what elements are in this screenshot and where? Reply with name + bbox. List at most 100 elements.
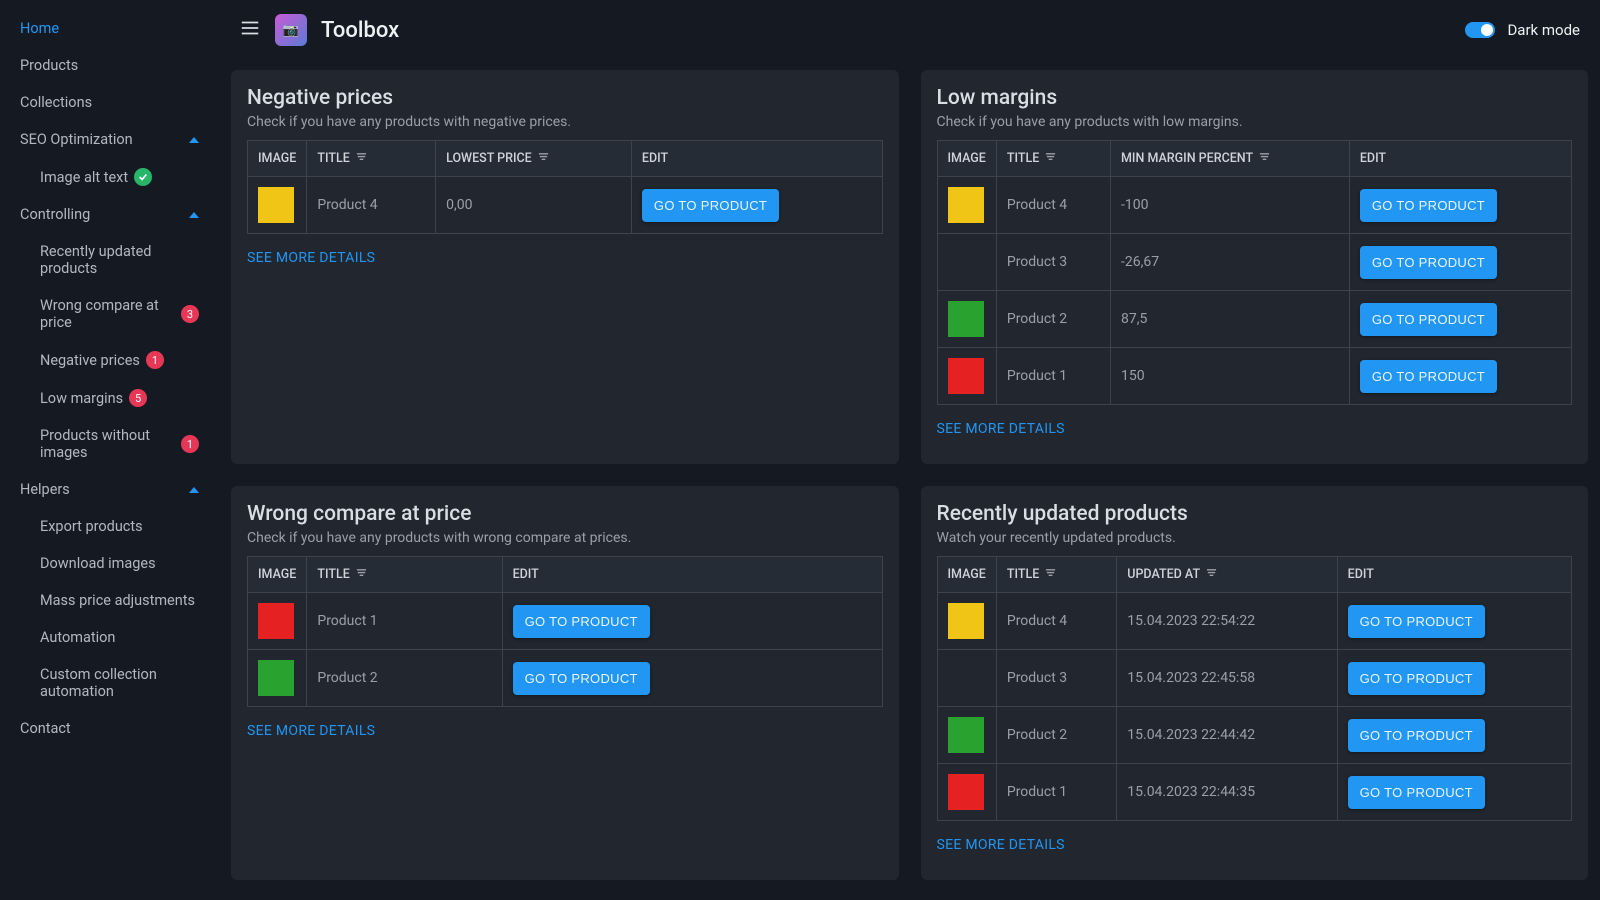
sidebar-item-automation[interactable]: Automation	[0, 619, 219, 656]
sidebar-item-contact[interactable]: Contact	[0, 710, 219, 747]
app-title: Toolbox	[321, 18, 399, 43]
sidebar-item-products[interactable]: Products	[0, 47, 219, 84]
go-to-product-button[interactable]: GO TO PRODUCT	[513, 662, 650, 695]
go-to-product-button[interactable]: GO TO PRODUCT	[1360, 246, 1497, 279]
sidebar-item-collections[interactable]: Collections	[0, 84, 219, 121]
card-recently-updated: Recently updated products Watch your rec…	[921, 486, 1589, 880]
card-negative-prices: Negative prices Check if you have any pr…	[231, 70, 899, 464]
card-title: Negative prices	[247, 86, 883, 110]
cell-title: Product 3	[996, 650, 1116, 707]
count-badge: 1	[181, 435, 199, 453]
image-swatch	[948, 358, 984, 394]
sort-icon	[1206, 567, 1217, 582]
cell-updated: 15.04.2023 22:44:42	[1117, 707, 1337, 764]
recently-updated-table: IMAGE TITLE UPDATED AT EDIT Product 4 15…	[937, 556, 1573, 821]
cell-title: Product 4	[996, 177, 1110, 234]
hamburger-icon[interactable]	[239, 17, 261, 43]
th-edit: EDIT	[1337, 557, 1571, 593]
sidebar-item-low-margins[interactable]: Low margins 5	[0, 379, 219, 417]
th-image[interactable]: IMAGE	[248, 557, 307, 593]
app-logo-icon: 📷	[275, 14, 307, 46]
sidebar-item-download[interactable]: Download images	[0, 545, 219, 582]
table-row: Product 1 15.04.2023 22:44:35 GO TO PROD…	[937, 764, 1572, 821]
cell-updated: 15.04.2023 22:45:58	[1117, 650, 1337, 707]
main: 📷 Toolbox Dark mode Negative prices Chec…	[219, 0, 1600, 900]
image-swatch	[948, 717, 984, 753]
go-to-product-button[interactable]: GO TO PRODUCT	[1360, 360, 1497, 393]
image-swatch	[948, 301, 984, 337]
see-more-link[interactable]: SEE MORE DETAILS	[937, 837, 1065, 853]
go-to-product-button[interactable]: GO TO PRODUCT	[1348, 662, 1485, 695]
th-title[interactable]: TITLE	[307, 557, 502, 593]
sidebar-item-custom-auto[interactable]: Custom collection automation	[0, 656, 219, 710]
low-margins-table: IMAGE TITLE MIN MARGIN PERCENT EDIT Prod…	[937, 140, 1573, 405]
card-title: Wrong compare at price	[247, 502, 883, 526]
th-image[interactable]: IMAGE	[248, 141, 307, 177]
th-edit: EDIT	[631, 141, 882, 177]
check-icon	[134, 168, 152, 186]
count-badge: 5	[129, 389, 147, 407]
table-row: Product 1 GO TO PRODUCT	[248, 593, 883, 650]
sidebar-item-negative-prices[interactable]: Negative prices 1	[0, 341, 219, 379]
count-badge: 3	[181, 305, 199, 323]
cell-title: Product 2	[996, 707, 1116, 764]
see-more-link[interactable]: SEE MORE DETAILS	[247, 250, 375, 266]
go-to-product-button[interactable]: GO TO PRODUCT	[1348, 605, 1485, 638]
go-to-product-button[interactable]: GO TO PRODUCT	[1348, 776, 1485, 809]
cell-title: Product 4	[307, 177, 436, 234]
image-swatch	[258, 660, 294, 696]
th-lowest-price[interactable]: LOWEST PRICE	[436, 141, 632, 177]
sidebar-item-helpers[interactable]: Helpers	[0, 471, 219, 508]
card-wrong-compare: Wrong compare at price Check if you have…	[231, 486, 899, 880]
card-subtitle: Watch your recently updated products.	[937, 530, 1573, 546]
see-more-link[interactable]: SEE MORE DETAILS	[937, 421, 1065, 437]
th-min-margin[interactable]: MIN MARGIN PERCENT	[1111, 141, 1350, 177]
sidebar: Home Products Collections SEO Optimizati…	[0, 0, 219, 900]
sidebar-item-wrong-compare[interactable]: Wrong compare at price 3	[0, 287, 219, 341]
sidebar-item-seo[interactable]: SEO Optimization	[0, 121, 219, 158]
sort-icon	[356, 567, 367, 582]
th-image[interactable]: IMAGE	[937, 557, 996, 593]
th-image[interactable]: IMAGE	[937, 141, 996, 177]
sidebar-item-label: Low margins	[40, 390, 123, 407]
go-to-product-button[interactable]: GO TO PRODUCT	[1360, 189, 1497, 222]
sidebar-item-controlling[interactable]: Controlling	[0, 196, 219, 233]
cell-margin: -26,67	[1111, 234, 1350, 291]
sidebar-item-no-images[interactable]: Products without images 1	[0, 417, 219, 471]
image-swatch	[258, 603, 294, 639]
go-to-product-button[interactable]: GO TO PRODUCT	[513, 605, 650, 638]
go-to-product-button[interactable]: GO TO PRODUCT	[642, 189, 779, 222]
see-more-link[interactable]: SEE MORE DETAILS	[247, 723, 375, 739]
table-row: Product 2 15.04.2023 22:44:42 GO TO PROD…	[937, 707, 1572, 764]
sort-icon	[1259, 151, 1270, 166]
sidebar-item-home[interactable]: Home	[0, 10, 219, 47]
cell-title: Product 2	[996, 291, 1110, 348]
cell-title: Product 1	[996, 764, 1116, 821]
go-to-product-button[interactable]: GO TO PRODUCT	[1348, 719, 1485, 752]
card-title: Low margins	[937, 86, 1573, 110]
sidebar-item-mass[interactable]: Mass price adjustments	[0, 582, 219, 619]
th-title[interactable]: TITLE	[996, 557, 1116, 593]
th-edit: EDIT	[502, 557, 882, 593]
th-title[interactable]: TITLE	[307, 141, 436, 177]
sidebar-item-recently-updated[interactable]: Recently updated products	[0, 233, 219, 287]
sidebar-item-export[interactable]: Export products	[0, 508, 219, 545]
table-row: Product 4 0,00 GO TO PRODUCT	[248, 177, 883, 234]
negative-prices-table: IMAGE TITLE LOWEST PRICE EDIT Product 4 …	[247, 140, 883, 234]
sidebar-item-label: Image alt text	[40, 169, 128, 186]
cell-price: 0,00	[436, 177, 632, 234]
table-row: Product 1 150 GO TO PRODUCT	[937, 348, 1572, 405]
table-row: Product 2 87,5 GO TO PRODUCT	[937, 291, 1572, 348]
th-updated-at[interactable]: UPDATED AT	[1117, 557, 1337, 593]
darkmode-toggle[interactable]	[1465, 22, 1495, 38]
tbody: Product 4 -100 GO TO PRODUCT Product 3 -…	[937, 177, 1572, 405]
sidebar-item-label: Products without images	[40, 427, 175, 461]
sidebar-item-image-alt[interactable]: Image alt text	[0, 158, 219, 196]
cell-updated: 15.04.2023 22:54:22	[1117, 593, 1337, 650]
go-to-product-button[interactable]: GO TO PRODUCT	[1360, 303, 1497, 336]
table-row: Product 4 -100 GO TO PRODUCT	[937, 177, 1572, 234]
table-row: Product 3 -26,67 GO TO PRODUCT	[937, 234, 1572, 291]
th-title[interactable]: TITLE	[996, 141, 1110, 177]
card-low-margins: Low margins Check if you have any produc…	[921, 70, 1589, 464]
tbody: Product 4 0,00 GO TO PRODUCT	[248, 177, 883, 234]
